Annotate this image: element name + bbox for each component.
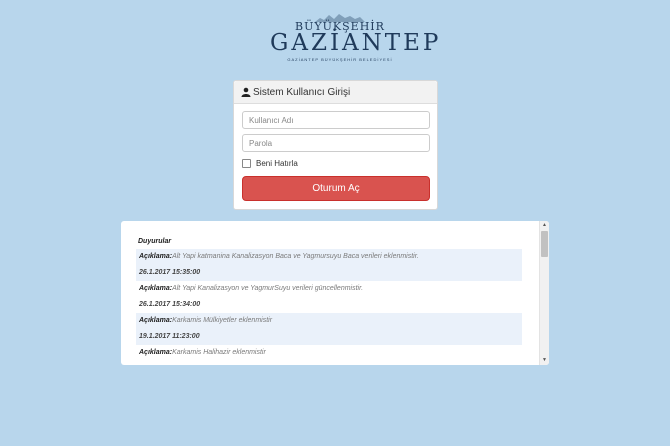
announcement-label: Açıklama: (139, 253, 173, 260)
logo-main-text: GAZİANTEP (270, 30, 442, 56)
announcement-text: Alt Yapi katmanina Kanalizasyon Baca ve … (172, 253, 419, 260)
announcement-date: 26.1.2017 15:35:00 (136, 265, 522, 281)
announcements-scrollbar[interactable]: ▲ ▼ (539, 221, 549, 365)
announcement-row: Açıklama:Karkamis Halihazir eklenmistir (136, 345, 522, 361)
password-input[interactable] (242, 134, 430, 152)
user-icon (241, 87, 251, 97)
remember-checkbox[interactable] (242, 159, 251, 168)
login-button[interactable]: Oturum Aç (242, 176, 430, 201)
announcements-title: Duyurular (138, 238, 172, 245)
announcement-text: Karkamis Halihazir eklenmistir (172, 349, 266, 356)
remember-me[interactable]: Beni Hatırla (242, 159, 298, 168)
announcement-label: Açıklama: (139, 317, 173, 324)
login-title: Sistem Kullanıcı Girişi (253, 86, 351, 98)
announcement-label: Açıklama: (139, 349, 173, 356)
logo: BÜYÜKŞEHİR GAZİANTEP GAZİANTEP BÜYÜKŞEHİ… (270, 12, 442, 62)
announcement-text: Karkamis Mülkiyetler eklenmistir (172, 317, 273, 324)
announcements-panel: Duyurular Açıklama:Alt Yapi katmanina Ka… (121, 221, 549, 365)
announcement-date: 19.1.2017 11:23:00 (136, 329, 522, 345)
remember-label: Beni Hatırla (256, 159, 298, 168)
announcement-label: Açıklama: (139, 285, 173, 292)
login-panel: Sistem Kullanıcı Girişi Beni Hatırla Otu… (233, 80, 438, 210)
announcement-row: Açıklama:Alt Yapi Kanalizasyon ve Yagmur… (136, 281, 522, 297)
announcement-row: Açıklama:Karkamis Mülkiyetler eklenmisti… (136, 313, 522, 329)
announcement-text: Alt Yapi Kanalizasyon ve YagmurSuyu veri… (172, 285, 364, 292)
scrollbar-thumb[interactable] (541, 231, 548, 257)
scroll-up-arrow-icon[interactable]: ▲ (540, 221, 549, 230)
announcement-date: 26.1.2017 15:34:00 (139, 301, 201, 308)
announcement-row: Açıklama:Alt Yapi katmanina Kanalizasyon… (136, 249, 522, 265)
announcements-list: Açıklama:Alt Yapi katmanina Kanalizasyon… (136, 249, 522, 361)
username-input[interactable] (242, 111, 430, 129)
login-header: Sistem Kullanıcı Girişi (234, 81, 437, 104)
logo-sub-text: GAZİANTEP BÜYÜKŞEHİR BELEDİYESİ (287, 57, 393, 62)
scroll-down-arrow-icon[interactable]: ▼ (540, 356, 549, 365)
